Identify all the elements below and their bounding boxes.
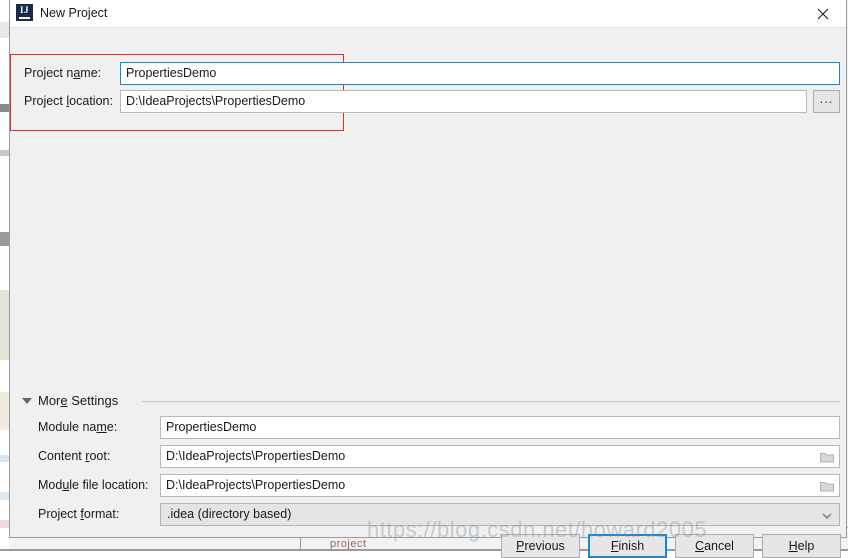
project-location-input[interactable]: D:\IdeaProjects\PropertiesDemo xyxy=(120,90,807,113)
project-name-label: Project name: xyxy=(24,66,102,80)
content-root-label: Content root: xyxy=(38,449,111,463)
project-format-value: .idea (directory based) xyxy=(167,507,292,521)
dialog-titlebar: IJ New Project xyxy=(10,0,846,28)
ide-editor-strip xyxy=(0,0,9,551)
module-file-location-input[interactable]: D:\IdeaProjects\PropertiesDemo xyxy=(160,474,840,497)
project-format-label: Project format: xyxy=(38,507,120,521)
close-icon xyxy=(817,8,829,20)
module-name-label: Module name: xyxy=(38,420,118,434)
module-file-location-value: D:\IdeaProjects\PropertiesDemo xyxy=(166,478,346,492)
content-root-value: D:\IdeaProjects\PropertiesDemo xyxy=(166,449,346,463)
finish-button[interactable]: Finish xyxy=(588,534,667,558)
logo-underbar xyxy=(19,17,30,19)
project-name-input[interactable]: PropertiesDemo xyxy=(120,62,840,85)
logo-text: IJ xyxy=(19,5,29,15)
content-root-input[interactable]: D:\IdeaProjects\PropertiesDemo xyxy=(160,445,840,468)
section-divider xyxy=(142,401,840,402)
more-settings-section-header[interactable]: More Settings xyxy=(20,393,840,409)
folder-icon[interactable] xyxy=(820,451,834,463)
folder-icon[interactable] xyxy=(820,480,834,492)
help-button[interactable]: Help xyxy=(762,534,841,558)
browse-location-button[interactable]: ... xyxy=(813,90,840,113)
new-project-dialog: IJ New Project Project name: PropertiesD… xyxy=(9,0,847,558)
dialog-title: New Project xyxy=(40,6,108,20)
cancel-button[interactable]: Cancel xyxy=(675,534,754,558)
chevron-down-icon[interactable] xyxy=(822,513,832,519)
previous-button[interactable]: Previous xyxy=(501,534,580,558)
chevron-down-icon[interactable] xyxy=(22,398,32,404)
intellij-idea-logo-icon: IJ xyxy=(16,4,33,21)
more-settings-label: More Settings xyxy=(38,393,119,408)
module-name-input[interactable]: PropertiesDemo xyxy=(160,416,840,439)
close-button[interactable] xyxy=(800,0,846,27)
module-file-location-label: Module file location: xyxy=(38,478,149,492)
project-format-select[interactable]: .idea (directory based) xyxy=(160,503,840,526)
project-location-label: Project location: xyxy=(24,94,113,108)
dialog-content: Project name: PropertiesDemo Project loc… xyxy=(10,28,846,558)
